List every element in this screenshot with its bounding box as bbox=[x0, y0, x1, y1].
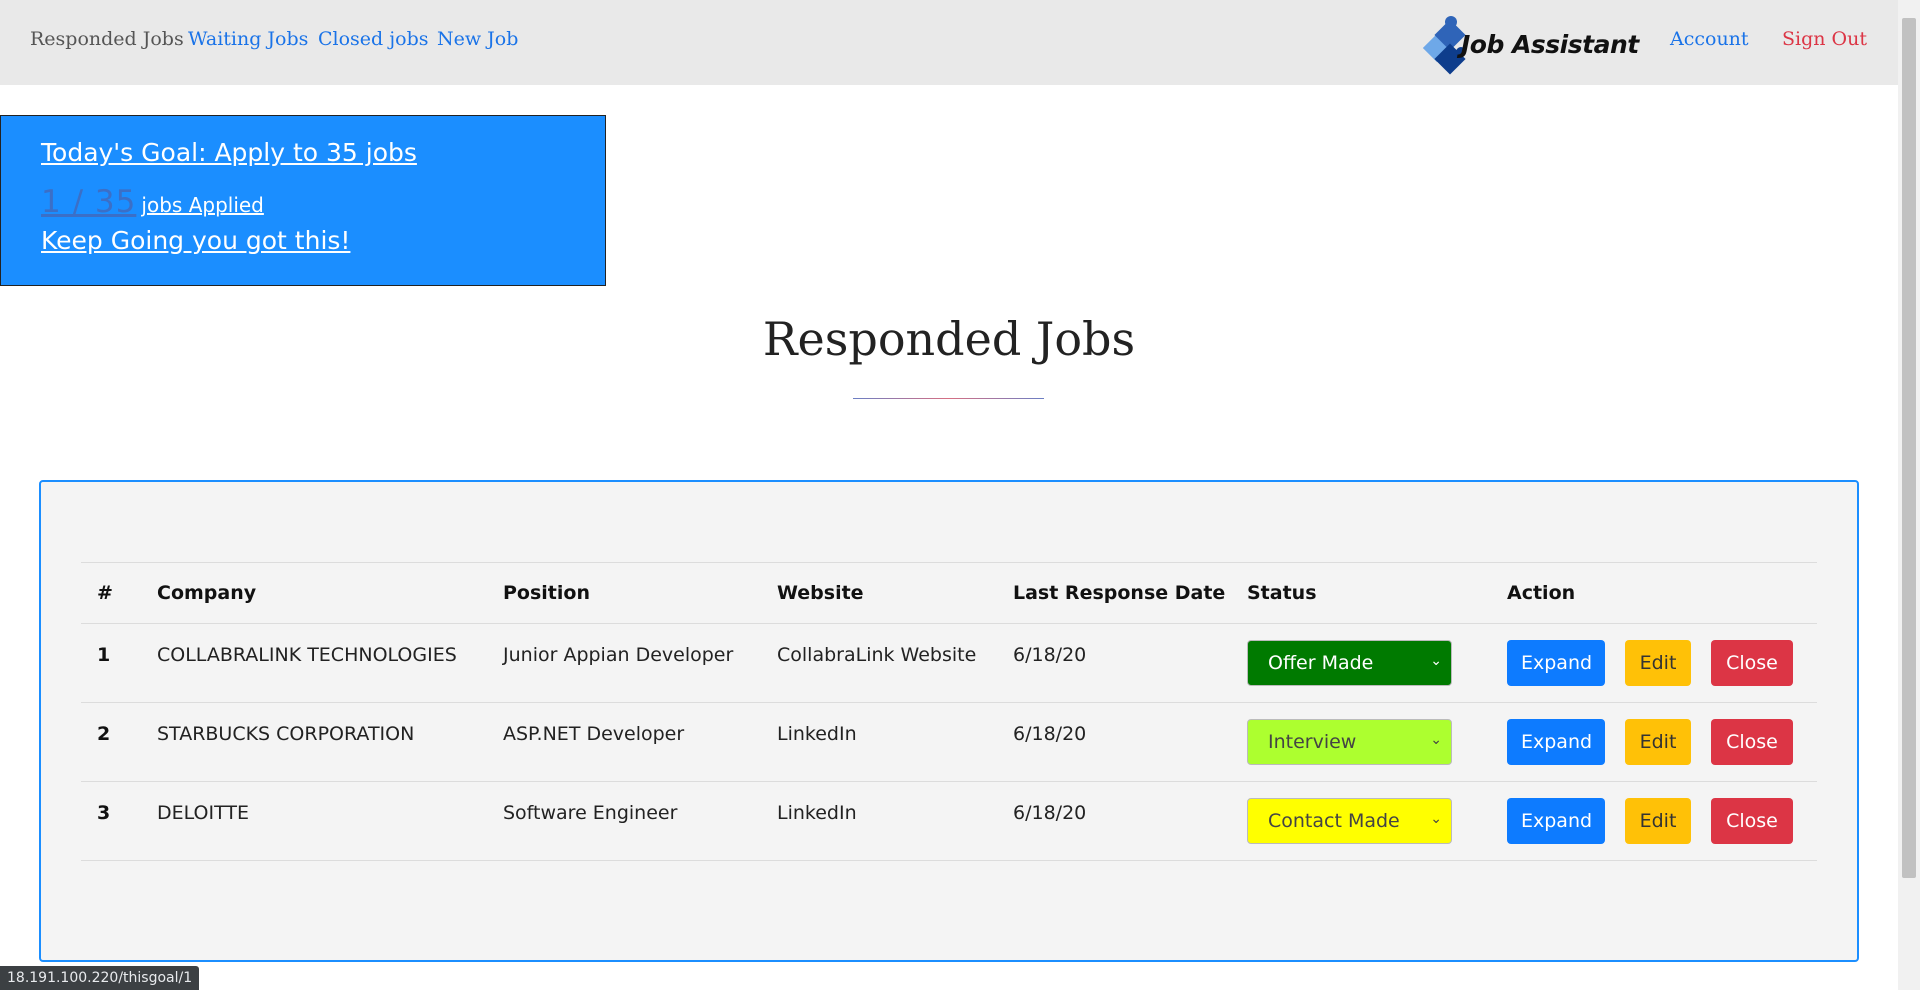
nav-account[interactable]: Account bbox=[1670, 28, 1749, 50]
col-position: Position bbox=[487, 562, 761, 624]
company-cell: STARBUCKS CORPORATION bbox=[141, 694, 487, 774]
status-select[interactable]: Contact Made bbox=[1247, 798, 1452, 844]
col-action: Action bbox=[1491, 562, 1817, 624]
table-row: 3 DELOITTE Software Engineer LinkedIn 6/18/2… bbox=[81, 773, 1817, 861]
nav-waiting-jobs[interactable]: Waiting Jobs bbox=[188, 28, 308, 50]
nav-sign-out[interactable]: Sign Out bbox=[1782, 28, 1867, 50]
nav-responded-jobs[interactable]: Responded Jobs bbox=[30, 28, 184, 50]
status-cell: Interview ⌄ bbox=[1231, 702, 1491, 782]
col-company: Company bbox=[141, 562, 487, 624]
company-cell: DELOITTE bbox=[141, 773, 487, 853]
goal-count[interactable]: 1 / 35 bbox=[41, 184, 136, 220]
status-select-wrap: Offer Made ⌄ bbox=[1247, 640, 1452, 686]
row-number: 1 bbox=[81, 615, 141, 695]
col-status: Status bbox=[1231, 562, 1491, 624]
table-row: 2 STARBUCKS CORPORATION ASP.NET Developer L… bbox=[81, 694, 1817, 782]
action-cell: Expand Edit Close bbox=[1491, 702, 1817, 782]
status-select-wrap: Contact Made ⌄ bbox=[1247, 798, 1452, 844]
table-header-row: # Company Position Website Last Response… bbox=[81, 562, 1817, 624]
col-last-response-date: Last Response Date bbox=[997, 562, 1231, 624]
date-cell: 6/18/20 bbox=[997, 773, 1231, 853]
nav-closed-jobs[interactable]: Closed jobs bbox=[318, 28, 429, 50]
row-number: 3 bbox=[81, 773, 141, 853]
edit-button[interactable]: Edit bbox=[1625, 719, 1691, 765]
status-cell: Offer Made ⌄ bbox=[1231, 623, 1491, 703]
status-select[interactable]: Offer Made bbox=[1247, 640, 1452, 686]
goal-message[interactable]: Keep Going you got this! bbox=[41, 226, 350, 255]
scrollbar-thumb[interactable] bbox=[1902, 18, 1916, 878]
navbar: Responded Jobs Waiting Jobs Closed jobs … bbox=[0, 0, 1898, 85]
position-cell: Junior Appian Developer bbox=[487, 615, 761, 695]
position-cell: ASP.NET Developer bbox=[487, 694, 761, 774]
goal-progress: 1 / 35 jobs Applied bbox=[41, 184, 264, 220]
title-divider bbox=[853, 398, 1044, 399]
company-cell: COLLABRALINK TECHNOLOGIES bbox=[141, 615, 487, 695]
status-select[interactable]: Interview bbox=[1247, 719, 1452, 765]
action-cell: Expand Edit Close bbox=[1491, 623, 1817, 703]
status-cell: Contact Made ⌄ bbox=[1231, 781, 1491, 861]
jobs-table-container: # Company Position Website Last Response… bbox=[81, 562, 1817, 861]
page-title: Responded Jobs bbox=[762, 312, 1136, 366]
page-scrollbar[interactable] bbox=[1898, 0, 1920, 990]
goal-applied-label: jobs Applied bbox=[141, 193, 264, 217]
jobs-card: # Company Position Website Last Response… bbox=[39, 480, 1859, 962]
col-number: # bbox=[81, 562, 141, 624]
date-cell: 6/18/20 bbox=[997, 615, 1231, 695]
date-cell: 6/18/20 bbox=[997, 694, 1231, 774]
brand-name: Job Assistant bbox=[1461, 30, 1639, 59]
status-select-wrap: Interview ⌄ bbox=[1247, 719, 1452, 765]
status-bar-url: 18.191.100.220/thisgoal/1 bbox=[0, 966, 200, 990]
close-button[interactable]: Close bbox=[1711, 640, 1793, 686]
goal-title[interactable]: Today's Goal: Apply to 35 jobs bbox=[41, 138, 417, 167]
action-cell: Expand Edit Close bbox=[1491, 781, 1817, 861]
col-website: Website bbox=[761, 562, 997, 624]
edit-button[interactable]: Edit bbox=[1625, 798, 1691, 844]
close-button[interactable]: Close bbox=[1711, 798, 1793, 844]
jobs-table: # Company Position Website Last Response… bbox=[81, 562, 1817, 861]
daily-goal-panel: Today's Goal: Apply to 35 jobs 1 / 35 jo… bbox=[0, 115, 606, 286]
row-number: 2 bbox=[81, 694, 141, 774]
expand-button[interactable]: Expand bbox=[1507, 640, 1605, 686]
website-cell: CollabraLink Website bbox=[761, 615, 997, 695]
position-cell: Software Engineer bbox=[487, 773, 761, 853]
website-cell: LinkedIn bbox=[761, 694, 997, 774]
website-cell: LinkedIn bbox=[761, 773, 997, 853]
brand-logo[interactable]: Job Assistant bbox=[1421, 14, 1651, 75]
nav-new-job[interactable]: New Job bbox=[437, 28, 518, 50]
expand-button[interactable]: Expand bbox=[1507, 798, 1605, 844]
table-row: 1 COLLABRALINK TECHNOLOGIES Junior Appian … bbox=[81, 615, 1817, 703]
close-button[interactable]: Close bbox=[1711, 719, 1793, 765]
expand-button[interactable]: Expand bbox=[1507, 719, 1605, 765]
edit-button[interactable]: Edit bbox=[1625, 640, 1691, 686]
